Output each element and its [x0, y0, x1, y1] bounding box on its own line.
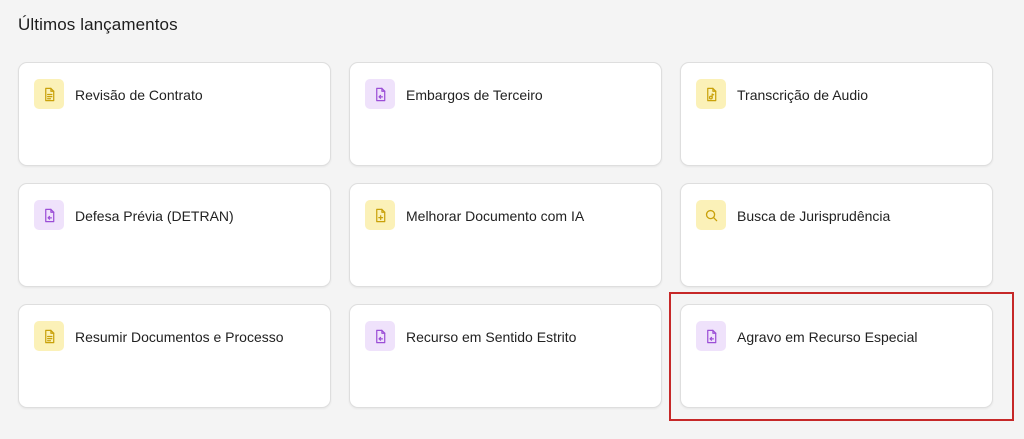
- document-return-icon: [696, 321, 726, 351]
- document-lines-icon: [34, 79, 64, 109]
- card-label: Transcrição de Audio: [737, 87, 868, 103]
- card-busca-de-jurisprudencia[interactable]: Busca de Jurisprudência: [680, 183, 993, 287]
- card-embargos-de-terceiro[interactable]: Embargos de Terceiro: [349, 62, 662, 166]
- card-melhorar-documento-com-ia[interactable]: Melhorar Documento com IA: [349, 183, 662, 287]
- document-plus-icon: [365, 200, 395, 230]
- card-label: Resumir Documentos e Processo: [75, 329, 284, 345]
- card-agravo-em-recurso-especial[interactable]: Agravo em Recurso Especial: [680, 304, 993, 408]
- document-return-icon: [365, 321, 395, 351]
- document-lines-icon: [34, 321, 64, 351]
- card-label: Revisão de Contrato: [75, 87, 203, 103]
- card-resumir-documentos-e-processo[interactable]: Resumir Documentos e Processo: [18, 304, 331, 408]
- card-label: Defesa Prévia (DETRAN): [75, 208, 234, 224]
- card-label: Melhorar Documento com IA: [406, 208, 585, 224]
- card-label: Agravo em Recurso Especial: [737, 329, 918, 345]
- card-label: Embargos de Terceiro: [406, 87, 543, 103]
- card-transcricao-de-audio[interactable]: Transcrição de Audio: [680, 62, 993, 166]
- card-label: Busca de Jurisprudência: [737, 208, 891, 224]
- card-defesa-previa-detran[interactable]: Defesa Prévia (DETRAN): [18, 183, 331, 287]
- document-return-icon: [365, 79, 395, 109]
- document-audio-icon: [696, 79, 726, 109]
- card-recurso-em-sentido-estrito[interactable]: Recurso em Sentido Estrito: [349, 304, 662, 408]
- card-revisao-de-contrato[interactable]: Revisão de Contrato: [18, 62, 331, 166]
- document-return-icon: [34, 200, 64, 230]
- card-label: Recurso em Sentido Estrito: [406, 329, 577, 345]
- search-icon: [696, 200, 726, 230]
- launches-grid: Revisão de Contrato Embargos de Terceiro…: [0, 0, 1024, 439]
